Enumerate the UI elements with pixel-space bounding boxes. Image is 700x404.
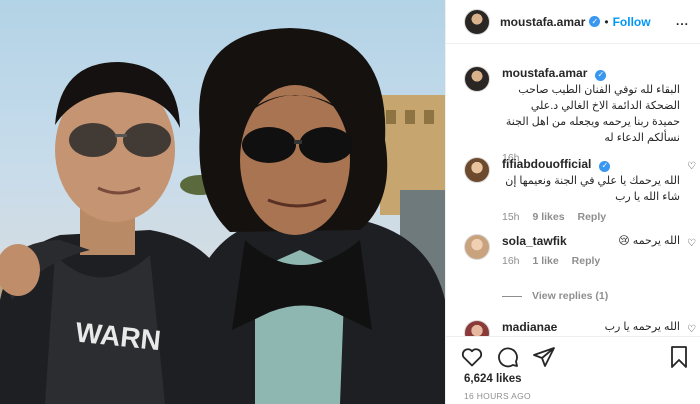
post-photo[interactable]: WARN (0, 0, 445, 404)
view-replies-button[interactable]: View replies (1) (502, 290, 608, 302)
share-icon[interactable] (532, 345, 556, 369)
comment-icon[interactable] (496, 345, 520, 369)
likes-count[interactable]: 6,624 likes (464, 373, 522, 385)
separator-dot: • (604, 14, 609, 29)
comment-body: fifiabdouofficial ✓ الله يرحمك يا علي في … (502, 157, 680, 223)
comment-text: الله يرحمه 😢 (618, 235, 680, 247)
header-username[interactable]: moustafa.amar (500, 15, 585, 29)
avatar[interactable] (464, 320, 490, 336)
view-replies-label: View replies (1) (532, 290, 609, 302)
avatar[interactable] (464, 234, 490, 260)
comments-section[interactable]: moustafa.amar ✓ البقاء لله توفي الفنان ال… (446, 44, 700, 336)
view-replies-line (502, 295, 522, 297)
comment-text: الله يرحمه يا رب (604, 321, 680, 333)
caption-body: moustafa.amar ✓ البقاء لله توفي الفنان ال… (502, 66, 680, 164)
left-man-sunglass-left (69, 123, 117, 157)
comment-like-heart-icon[interactable]: ♡ (687, 161, 696, 172)
left-man-sunglass-right (123, 123, 171, 157)
bookmark-icon[interactable] (667, 345, 691, 369)
comment-body: sola_tawfik الله يرحمه 😢 16h 1 like Repl… (502, 234, 680, 267)
comment-line: sola_tawfik الله يرحمه 😢 (502, 234, 680, 249)
right-man-sunglass-right (299, 127, 353, 163)
sunglass-bridge (294, 140, 302, 144)
caption-username[interactable]: moustafa.amar (502, 66, 587, 80)
comment-time: 16h (502, 255, 520, 267)
comment-likes[interactable]: 9 likes (532, 211, 564, 223)
comment-text: الله يرحمك يا علي في الجنة ونعيمها إن شا… (505, 175, 680, 203)
avatar[interactable] (464, 66, 490, 92)
verified-badge-icon: ✓ (595, 69, 607, 81)
sunglass-bridge (115, 134, 127, 137)
verified-badge-icon: ✓ (599, 160, 611, 172)
avatar[interactable] (464, 8, 490, 35)
comment-username[interactable]: madianae (502, 320, 557, 335)
comment-username[interactable]: fifiabdouofficial (502, 157, 591, 171)
comment-line: madianae الله يرحمه يا رب (502, 320, 680, 335)
comment-username[interactable]: sola_tawfik (502, 234, 567, 249)
action-icons (460, 345, 568, 369)
reply-button[interactable]: Reply (572, 255, 601, 267)
comment-likes[interactable]: 1 like (532, 255, 558, 267)
like-heart-icon[interactable] (460, 345, 484, 369)
comment-like-heart-icon[interactable]: ♡ (687, 238, 696, 249)
post-side-panel: moustafa.amar ✓ • Follow ... moustafa.am… (445, 0, 700, 404)
post-header: moustafa.amar ✓ • Follow ... (446, 0, 700, 44)
photo-illustration: WARN (0, 28, 445, 404)
post-actions: 6,624 likes 16 HOURS AGO (446, 336, 700, 404)
follow-button[interactable]: Follow (613, 15, 651, 29)
comment-meta: 16h 1 like Reply (502, 255, 680, 267)
comment-body: madianae الله يرحمه يا رب (502, 320, 680, 335)
comment-like-heart-icon[interactable]: ♡ (687, 324, 696, 335)
building-window (405, 110, 415, 124)
instagram-post: WARN moustafa.amar ✓ • Follow ... mousta… (0, 0, 700, 404)
avatar[interactable] (464, 157, 490, 183)
verified-badge-icon: ✓ (589, 16, 601, 27)
more-options-icon[interactable]: ... (676, 14, 689, 28)
caption-text: البقاء لله توفي الفنان الطيب صاحب الضحكة… (505, 84, 680, 144)
caption-line: moustafa.amar ✓ (502, 66, 680, 82)
comment-time: 15h (502, 211, 520, 223)
building-window (386, 110, 396, 124)
reply-button[interactable]: Reply (578, 211, 607, 223)
post-time-ago: 16 HOURS AGO (464, 391, 531, 401)
building-window (424, 110, 434, 124)
right-man-sunglass-left (242, 127, 296, 163)
comment-meta: 15h 9 likes Reply (502, 211, 680, 223)
comment-line: fifiabdouofficial ✓ (502, 157, 680, 173)
